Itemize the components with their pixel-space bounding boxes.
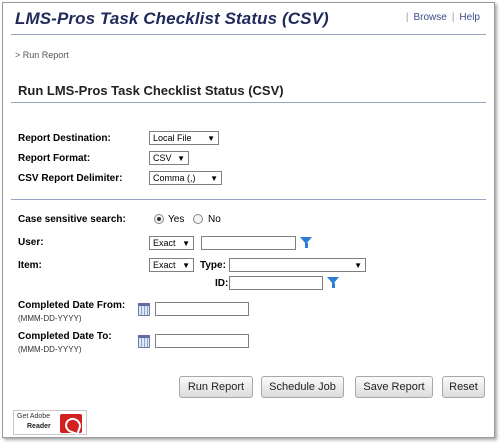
chevron-down-icon: ▼ <box>182 239 190 248</box>
delimiter-label: CSV Report Delimiter: <box>18 173 123 184</box>
case-no-radio[interactable] <box>193 214 203 224</box>
link-separator: | <box>451 12 455 23</box>
date-to-input[interactable] <box>155 334 249 348</box>
user-input[interactable] <box>201 236 296 250</box>
run-report-button[interactable]: Run Report <box>179 376 253 398</box>
breadcrumb: > Run Report <box>15 50 69 60</box>
calendar-icon[interactable] <box>138 335 150 348</box>
item-match-select[interactable]: Exact ▼ <box>149 258 194 272</box>
schedule-job-button[interactable]: Schedule Job <box>261 376 344 398</box>
format-select[interactable]: CSV ▼ <box>149 151 189 165</box>
case-no-label: No <box>208 214 221 225</box>
type-select[interactable]: ▼ <box>229 258 366 272</box>
browse-link[interactable]: Browse <box>413 12 446 23</box>
page-title: Run LMS-Pros Task Checklist Status (CSV) <box>18 83 284 98</box>
user-match-select[interactable]: Exact ▼ <box>149 236 194 250</box>
filter-icon[interactable] <box>327 277 339 288</box>
id-label: ID: <box>215 278 229 289</box>
delimiter-select[interactable]: Comma (,) ▼ <box>149 171 222 185</box>
destination-select[interactable]: Local File ▼ <box>149 131 219 145</box>
top-links: | Browse | Help <box>401 12 480 23</box>
destination-value: Local File <box>153 133 192 143</box>
report-window: LMS-Pros Task Checklist Status (CSV) | Br… <box>2 2 495 438</box>
chevron-down-icon: ▼ <box>207 134 215 143</box>
delimiter-value: Comma (,) <box>153 173 196 183</box>
user-label: User: <box>18 237 44 248</box>
app-title: LMS-Pros Task Checklist Status (CSV) <box>15 9 329 28</box>
date-from-label: Completed Date From: <box>18 300 126 311</box>
date-from-hint: (MMM-DD-YYYY) <box>18 314 82 323</box>
item-match-value: Exact <box>153 260 176 270</box>
destination-label: Report Destination: <box>18 133 111 144</box>
adobe-reader-text: Reader <box>27 423 51 430</box>
adobe-logo-icon <box>60 414 82 433</box>
title-divider <box>11 102 486 103</box>
user-match-value: Exact <box>153 238 176 248</box>
id-input[interactable] <box>229 276 323 290</box>
type-label: Type: <box>200 260 226 271</box>
filter-icon[interactable] <box>300 237 312 248</box>
get-adobe-reader-badge[interactable]: Get Adobe Reader <box>13 410 87 435</box>
header-divider <box>11 34 486 35</box>
chevron-down-icon: ▼ <box>177 154 185 163</box>
calendar-icon[interactable] <box>138 303 150 316</box>
date-to-hint: (MMM-DD-YYYY) <box>18 345 82 354</box>
date-from-input[interactable] <box>155 302 249 316</box>
case-yes-label: Yes <box>168 214 185 225</box>
chevron-down-icon: ▼ <box>354 261 362 270</box>
reset-button[interactable]: Reset <box>442 376 485 398</box>
help-link[interactable]: Help <box>459 12 480 23</box>
save-report-button[interactable]: Save Report <box>355 376 433 398</box>
case-yes-radio[interactable] <box>154 214 164 224</box>
item-label: Item: <box>18 260 42 271</box>
chevron-down-icon: ▼ <box>210 174 218 183</box>
date-to-label: Completed Date To: <box>18 331 112 342</box>
format-label: Report Format: <box>18 153 91 164</box>
chevron-down-icon: ▼ <box>182 261 190 270</box>
case-sensitive-label: Case sensitive search: <box>18 214 126 225</box>
link-separator: | <box>405 12 409 23</box>
settings-divider <box>11 199 486 200</box>
adobe-get-text: Get Adobe <box>17 413 51 420</box>
format-value: CSV <box>153 153 172 163</box>
